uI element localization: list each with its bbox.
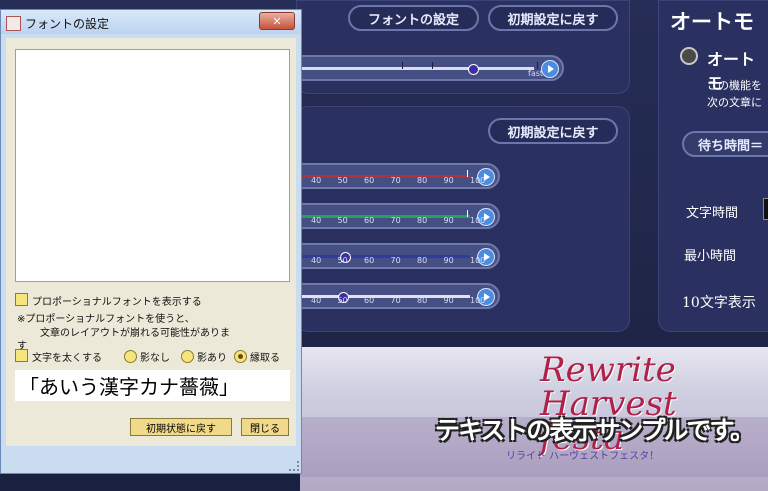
close-icon[interactable]: ✕ xyxy=(259,12,295,30)
slider-tick-label: 40 xyxy=(311,176,322,185)
rewrite-logo-sub: リライト ハーヴェストフェスタ！ xyxy=(506,451,660,462)
slider-tick-label: 50 xyxy=(337,296,348,305)
auto-mode-desc-1: この機能を xyxy=(707,79,762,92)
slider-tick-label: 90 xyxy=(443,296,454,305)
dialog-close-button[interactable]: 閉じる xyxy=(241,418,289,436)
outline-label: 縁取る xyxy=(250,353,280,364)
proportional-checkbox[interactable] xyxy=(15,293,28,306)
shadow-on-radio[interactable] xyxy=(181,350,194,363)
slider-tick-label: 50 xyxy=(337,176,348,185)
slider-tick-label: 80 xyxy=(417,296,428,305)
shadow-on-label: 影あり xyxy=(197,353,227,364)
slider-tick-label: 50 xyxy=(337,256,348,265)
font-sample-text: 「あいう漢字カナ薔薇」 xyxy=(19,375,239,399)
proportional-label: プロポーショナルフォントを表示する xyxy=(32,297,202,308)
slider-tick-label: 100 xyxy=(470,256,486,265)
outline-radio-dot xyxy=(238,354,243,359)
slider-tick-label: 60 xyxy=(364,176,375,185)
slider-tick-label: 40 xyxy=(311,296,322,305)
slider-tick-label: 100 xyxy=(470,216,486,225)
ten-char-label: 10文字表示 xyxy=(682,295,756,311)
slider-tick-label: 80 xyxy=(417,176,428,185)
text-preview-banner: Rewrite Harvest festa リライト ハーヴェストフェスタ！ テ… xyxy=(300,347,768,491)
slider-tick-label: 90 xyxy=(443,176,454,185)
dialog-titlebar[interactable]: フォントの設定 ✕ xyxy=(1,10,301,34)
bold-checkbox[interactable] xyxy=(15,349,28,362)
text-speed-slider[interactable]: fast xyxy=(290,55,564,81)
slider-tick-label: 70 xyxy=(390,296,401,305)
shadow-none-radio[interactable] xyxy=(124,350,137,363)
char-time-label: 文字時間 xyxy=(686,206,739,221)
slider-tick-label: 80 xyxy=(417,216,428,225)
slider-tick-label: 70 xyxy=(390,256,401,265)
sample-message: テキストの表示サンプルです。 xyxy=(435,416,755,445)
auto-mode-desc-2: 次の文章に xyxy=(707,96,762,109)
slider-tick-label: 90 xyxy=(443,256,454,265)
text-speed-knob[interactable] xyxy=(468,64,479,75)
bold-label: 文字を太くする xyxy=(32,353,102,364)
font-sample-box: 「あいう漢字カナ薔薇」 xyxy=(15,370,290,401)
app-icon xyxy=(6,16,21,31)
char-time-box[interactable] xyxy=(763,198,768,220)
slider-tick-label: 40 xyxy=(311,216,322,225)
slider-tick-label: 70 xyxy=(390,176,401,185)
slider-tick-label: 100 xyxy=(470,296,486,305)
wait-time-button[interactable]: 待ち時間＝ xyxy=(682,131,768,157)
reset-default-button[interactable]: 初期設定に戻す xyxy=(488,5,618,31)
reset-initial-button[interactable]: 初期状態に戻す xyxy=(130,418,232,436)
auto-mode-radio[interactable] xyxy=(680,47,698,65)
slider-tick-label: 50 xyxy=(337,216,348,225)
outline-radio[interactable] xyxy=(234,350,247,363)
resize-grip-icon[interactable] xyxy=(289,461,299,471)
slider-tick-label: 60 xyxy=(364,216,375,225)
font-settings-button[interactable]: フォントの設定 xyxy=(348,5,479,31)
min-time-label: 最小時間 xyxy=(684,249,737,264)
dialog-title: フォントの設定 xyxy=(25,17,110,31)
shadow-none-label: 影なし xyxy=(140,353,170,364)
font-settings-dialog: フォントの設定 ✕ プロポーショナルフォントを表示する ※プロポーショナルフォン… xyxy=(0,9,302,474)
note-line-2: 文章のレイアウトが崩れる可能性がありま xyxy=(40,328,230,339)
slider-tick-label: 60 xyxy=(364,296,375,305)
font-list[interactable] xyxy=(15,49,290,282)
note-line-1: ※プロポーショナルフォントを使うと、 xyxy=(17,314,195,325)
slider-tick-label: 40 xyxy=(311,256,322,265)
slider-tick-label: 60 xyxy=(364,256,375,265)
auto-mode-title: オートモ xyxy=(670,10,754,34)
reset-default-button-2[interactable]: 初期設定に戻す xyxy=(488,118,618,144)
slider-tick-label: 100 xyxy=(470,176,486,185)
dialog-body: プロポーショナルフォントを表示する ※プロポーショナルフォントを使うと、 文章の… xyxy=(6,38,296,446)
slider-tick-label: 90 xyxy=(443,216,454,225)
slider-tick-label: 80 xyxy=(417,256,428,265)
slider-tick-label: 70 xyxy=(390,216,401,225)
play-icon[interactable] xyxy=(541,60,559,78)
